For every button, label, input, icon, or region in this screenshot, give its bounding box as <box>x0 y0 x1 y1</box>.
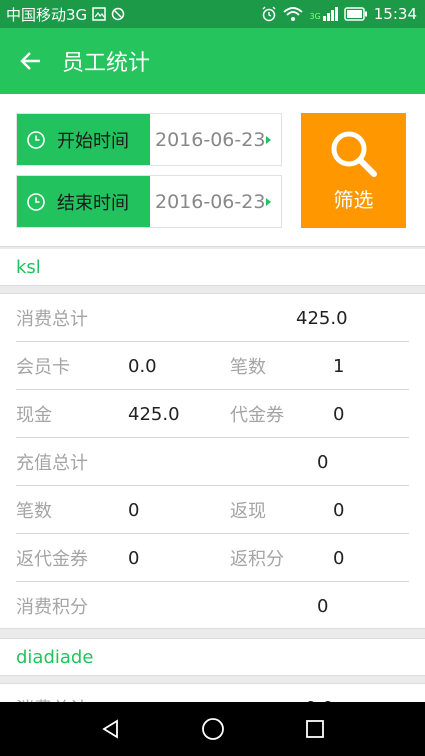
page-title: 员工统计 <box>62 51 151 76</box>
divider <box>0 675 425 684</box>
recharge-count-row: 笔数 0 返现 0 <box>0 486 425 534</box>
end-time-label: 结束时间 <box>57 192 129 214</box>
cashback-value: 0 <box>333 499 345 521</box>
end-date-text: 2016-06-23 <box>155 190 266 213</box>
recharge-total-row: 充值总计 0 <box>0 438 425 486</box>
image-notification-icon <box>92 7 106 21</box>
consume-total-label: 消费总计 <box>16 309 88 330</box>
back-triangle-icon[interactable] <box>100 718 122 740</box>
end-date-value[interactable]: 2016-06-23 <box>150 176 281 227</box>
blocked-notification-icon <box>111 7 125 21</box>
app-bar: 员工统计 <box>0 28 425 94</box>
recharge-total-label: 充值总计 <box>16 453 88 474</box>
consume-points-row: 消费积分 0 <box>0 582 425 630</box>
consume-total-row: 消费总计 425.0 <box>0 294 425 342</box>
return-voucher-value: 0 <box>128 547 140 569</box>
member-card-value: 0.0 <box>128 355 157 377</box>
return-voucher-label: 返代金券 <box>16 549 88 570</box>
voucher-label: 代金券 <box>230 405 284 426</box>
end-time-picker[interactable]: 结束时间 2016-06-23 <box>16 175 282 228</box>
divider <box>0 628 425 639</box>
system-nav-bar <box>0 702 425 756</box>
arrow-left-icon <box>20 52 40 70</box>
member-card-label: 会员卡 <box>16 357 70 378</box>
consume-total-value: 425.0 <box>296 307 348 329</box>
employee-name: ksl <box>0 249 425 286</box>
clock-icon <box>27 192 45 211</box>
return-points-value: 0 <box>333 547 345 569</box>
recharge-count-label: 笔数 <box>16 501 52 522</box>
recharge-count-value: 0 <box>128 499 140 521</box>
recents-square-icon[interactable] <box>304 718 326 740</box>
cashback-label: 返现 <box>230 501 266 522</box>
consume-points-label: 消费积分 <box>16 597 88 618</box>
employee-name: diadiade <box>0 639 425 676</box>
status-bar: 中国移动3G 3G 15:34 <box>0 0 425 28</box>
clock-time: 15:34 <box>373 5 417 23</box>
return-voucher-row: 返代金券 0 返积分 0 <box>0 534 425 582</box>
home-circle-icon[interactable] <box>201 717 225 741</box>
filter-button-label: 筛选 <box>333 188 374 212</box>
start-date-text: 2016-06-23 <box>155 128 266 151</box>
start-time-picker[interactable]: 开始时间 2016-06-23 <box>16 113 282 166</box>
back-button[interactable] <box>0 28 62 94</box>
cash-label: 现金 <box>16 405 52 426</box>
end-time-label-block: 结束时间 <box>17 176 150 227</box>
consume-points-value: 0 <box>317 595 329 617</box>
recharge-total-value: 0 <box>317 451 329 473</box>
battery-icon <box>344 7 367 21</box>
return-points-label: 返积分 <box>230 549 284 570</box>
wifi-icon <box>283 7 304 21</box>
carrier-label: 中国移动3G <box>6 5 88 24</box>
alarm-icon <box>262 6 276 22</box>
dropdown-arrow-icon <box>266 197 271 206</box>
start-time-label-block: 开始时间 <box>17 114 150 165</box>
dropdown-arrow-icon <box>266 135 271 144</box>
member-card-row: 会员卡 0.0 笔数 1 <box>0 342 425 390</box>
start-time-label: 开始时间 <box>57 130 129 152</box>
signal-icon: 3G <box>309 7 338 21</box>
search-icon <box>331 131 377 177</box>
cash-row: 现金 425.0 代金券 0 <box>0 390 425 438</box>
clock-icon <box>27 130 45 149</box>
voucher-value: 0 <box>333 403 345 425</box>
network-type-label: 3G <box>309 12 321 21</box>
filter-button[interactable]: 筛选 <box>301 113 406 228</box>
filter-panel: 开始时间 2016-06-23 结束时间 2016-06-23 筛选 <box>0 94 425 246</box>
start-date-value[interactable]: 2016-06-23 <box>150 114 281 165</box>
count-value: 1 <box>333 355 345 377</box>
cash-value: 425.0 <box>128 403 180 425</box>
count-label: 笔数 <box>230 357 266 378</box>
divider <box>0 285 425 294</box>
